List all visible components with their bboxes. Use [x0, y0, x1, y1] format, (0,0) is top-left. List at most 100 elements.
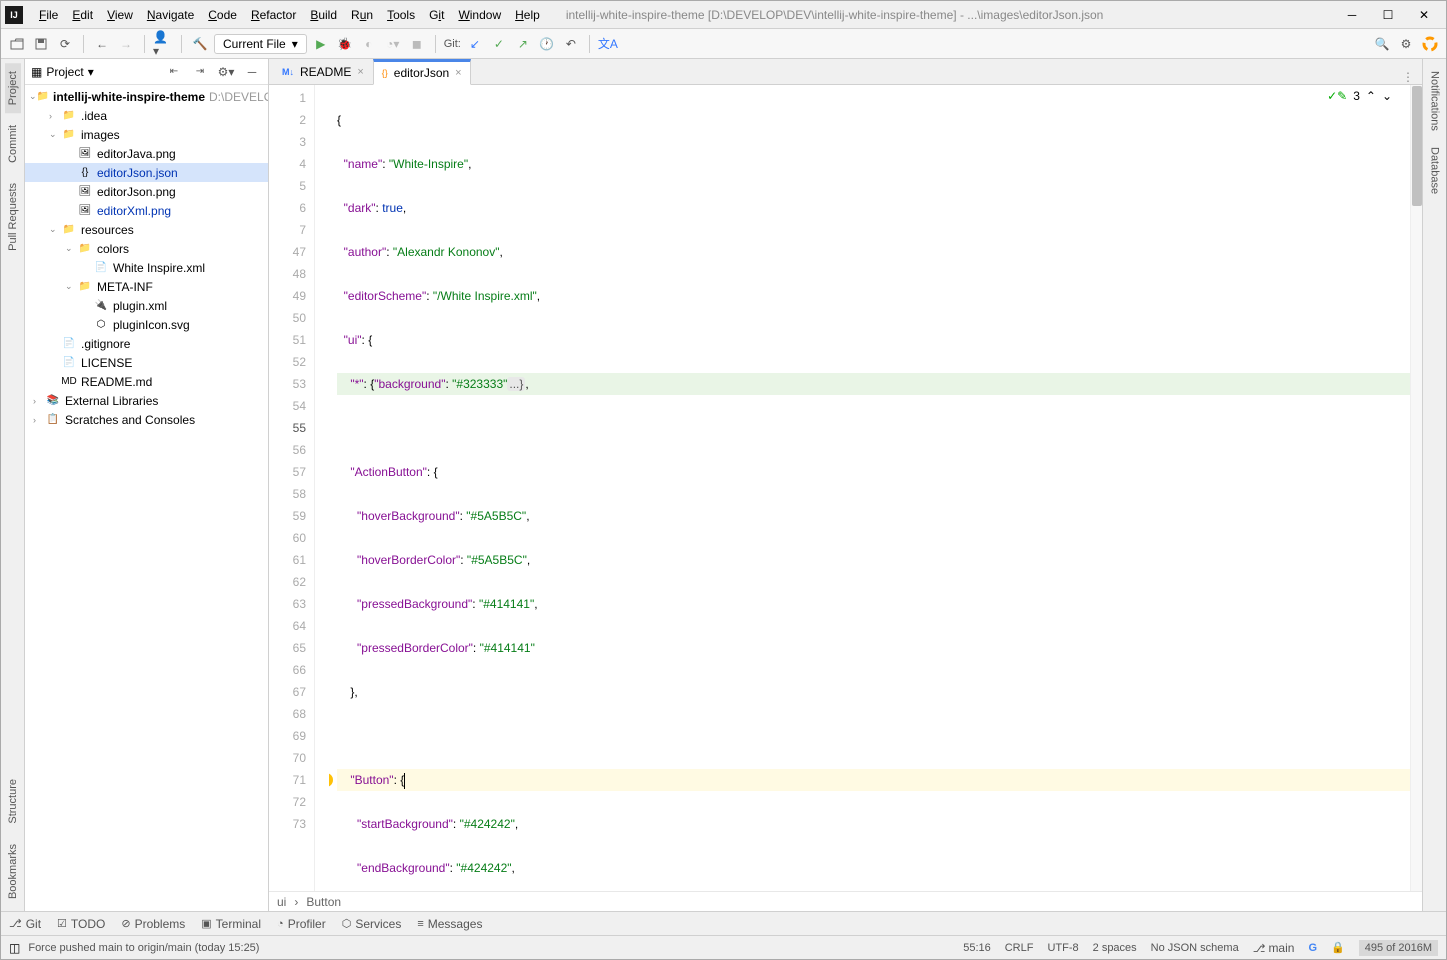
tree-item[interactable]: 🖼editorJava.png	[25, 144, 268, 163]
breadcrumb[interactable]: ui › Button	[269, 891, 1422, 911]
close-icon[interactable]: ×	[455, 67, 461, 79]
tree-item[interactable]: 🖼editorJson.png	[25, 182, 268, 201]
forward-icon[interactable]: →	[116, 34, 136, 54]
translate-icon[interactable]: 文A	[598, 34, 618, 54]
tool-commit[interactable]: Commit	[5, 117, 21, 171]
menu-code[interactable]: Code	[202, 6, 243, 24]
breadcrumb-item[interactable]: ui	[277, 895, 286, 909]
google-icon[interactable]: G	[1308, 942, 1317, 954]
caret-position[interactable]: 55:16	[963, 942, 991, 954]
vertical-scrollbar[interactable]	[1410, 85, 1422, 891]
inspections-widget[interactable]: ✓✎3 ⌃⌄	[1327, 89, 1392, 103]
coverage-icon[interactable]: ◐	[359, 34, 379, 54]
tool-todo[interactable]: ☑ TODO	[57, 917, 105, 931]
json-schema[interactable]: No JSON schema	[1151, 942, 1239, 954]
git-branch[interactable]: ⎇ main	[1253, 941, 1295, 955]
tree-item[interactable]: ⌄📁intellij-white-inspire-themeD:\DEVELO	[25, 87, 268, 106]
line-separator[interactable]: CRLF	[1005, 942, 1034, 954]
project-tree[interactable]: ⌄📁intellij-white-inspire-themeD:\DEVELO›…	[25, 85, 268, 911]
code-editor[interactable]: 1234567474849505152535455565758596061626…	[269, 85, 1422, 891]
tool-messages[interactable]: ≡ Messages	[417, 917, 482, 931]
stop-icon[interactable]: ◼	[407, 34, 427, 54]
tree-item[interactable]: ⌄📁colors	[25, 239, 268, 258]
maximize-button[interactable]: ☐	[1380, 7, 1396, 23]
tree-item[interactable]: ›📋Scratches and Consoles	[25, 410, 268, 429]
users-icon[interactable]: 👤▾	[153, 34, 173, 54]
tree-item[interactable]: ⌄📁META-INF	[25, 277, 268, 296]
tool-terminal[interactable]: ▣ Terminal	[201, 917, 261, 931]
tool-services[interactable]: ⬡ Services	[342, 917, 402, 931]
tabs-menu-icon[interactable]: ⋮	[1394, 70, 1422, 84]
tool-pull-requests[interactable]: Pull Requests	[5, 175, 21, 259]
collapse-icon[interactable]: ⇤	[164, 62, 184, 82]
lock-icon[interactable]: 🔒	[1331, 941, 1345, 954]
git-history-icon[interactable]: 🕐	[537, 34, 557, 54]
tree-item[interactable]: 📄.gitignore	[25, 334, 268, 353]
intention-bulb-icon[interactable]	[329, 773, 333, 787]
menu-navigate[interactable]: Navigate	[141, 6, 200, 24]
save-icon[interactable]	[31, 34, 51, 54]
close-icon[interactable]: ×	[357, 66, 363, 78]
memory-indicator[interactable]: 495 of 2016M	[1359, 940, 1438, 956]
run-icon[interactable]: ▶	[311, 34, 331, 54]
code-content[interactable]: { "name": "White-Inspire", "dark": true,…	[329, 85, 1410, 891]
tool-git[interactable]: ⎇ Git	[9, 917, 41, 931]
menu-view[interactable]: View	[101, 6, 139, 24]
tool-bookmarks[interactable]: Bookmarks	[5, 836, 21, 907]
profile-icon[interactable]: ◔▾	[383, 34, 403, 54]
open-icon[interactable]	[7, 34, 27, 54]
chevron-up-icon[interactable]: ⌃	[1366, 89, 1376, 103]
scroll-thumb[interactable]	[1412, 86, 1422, 206]
tree-item[interactable]: {}editorJson.json	[25, 163, 268, 182]
file-encoding[interactable]: UTF-8	[1047, 942, 1078, 954]
breadcrumb-item[interactable]: Button	[306, 895, 341, 909]
indent[interactable]: 2 spaces	[1093, 942, 1137, 954]
git-push-icon[interactable]: ↗	[513, 34, 533, 54]
tree-item[interactable]: ›📚External Libraries	[25, 391, 268, 410]
menu-help[interactable]: Help	[509, 6, 546, 24]
tool-notifications[interactable]: Notifications	[1427, 63, 1443, 139]
tree-item[interactable]: ⌄📁images	[25, 125, 268, 144]
tree-item[interactable]: ›📁.idea	[25, 106, 268, 125]
menu-run[interactable]: Run	[345, 6, 379, 24]
git-commit-icon[interactable]: ✓	[489, 34, 509, 54]
toolwindow-toggle-icon[interactable]: ◫	[9, 941, 20, 955]
tree-item[interactable]: ⌄📁resources	[25, 220, 268, 239]
plugin-icon[interactable]	[1420, 34, 1440, 54]
tool-profiler[interactable]: ◔ Profiler	[277, 917, 326, 931]
gear-icon[interactable]: ⚙▾	[216, 62, 236, 82]
tool-database[interactable]: Database	[1427, 139, 1443, 202]
expand-icon[interactable]: ⇥	[190, 62, 210, 82]
settings-icon[interactable]: ⚙	[1396, 34, 1416, 54]
menu-window[interactable]: Window	[452, 6, 507, 24]
tool-problems[interactable]: ⊘ Problems	[121, 917, 185, 931]
menu-refactor[interactable]: Refactor	[245, 6, 302, 24]
menu-file[interactable]: File	[33, 6, 64, 24]
debug-icon[interactable]: 🐞	[335, 34, 355, 54]
tree-item[interactable]: 📄LICENSE	[25, 353, 268, 372]
menu-build[interactable]: Build	[304, 6, 343, 24]
tree-item[interactable]: 📄White Inspire.xml	[25, 258, 268, 277]
tree-item[interactable]: 🔌plugin.xml	[25, 296, 268, 315]
menu-tools[interactable]: Tools	[381, 6, 421, 24]
menu-edit[interactable]: Edit	[66, 6, 99, 24]
menu-git[interactable]: Git	[423, 6, 450, 24]
tree-item[interactable]: MDREADME.md	[25, 372, 268, 391]
minimize-button[interactable]: ─	[1344, 7, 1360, 23]
sync-icon[interactable]: ⟳	[55, 34, 75, 54]
tab-readme[interactable]: M↓README×	[273, 59, 373, 84]
fold-gutter[interactable]	[315, 85, 329, 891]
search-icon[interactable]: 🔍	[1372, 34, 1392, 54]
run-config-combo[interactable]: Current File▾	[214, 34, 307, 54]
project-title[interactable]: ▦ Project ▾	[31, 65, 94, 79]
git-update-icon[interactable]: ↙	[465, 34, 485, 54]
back-icon[interactable]: ←	[92, 34, 112, 54]
tree-item[interactable]: 🖼editorXml.png	[25, 201, 268, 220]
chevron-down-icon[interactable]: ⌄	[1382, 89, 1392, 103]
git-rollback-icon[interactable]: ↶	[561, 34, 581, 54]
tab-editorjson[interactable]: {}editorJson×	[373, 59, 471, 85]
close-button[interactable]: ✕	[1416, 7, 1432, 23]
tool-project[interactable]: Project	[5, 63, 21, 113]
tree-item[interactable]: ⬡pluginIcon.svg	[25, 315, 268, 334]
line-gutter[interactable]: 1234567474849505152535455565758596061626…	[269, 85, 315, 891]
